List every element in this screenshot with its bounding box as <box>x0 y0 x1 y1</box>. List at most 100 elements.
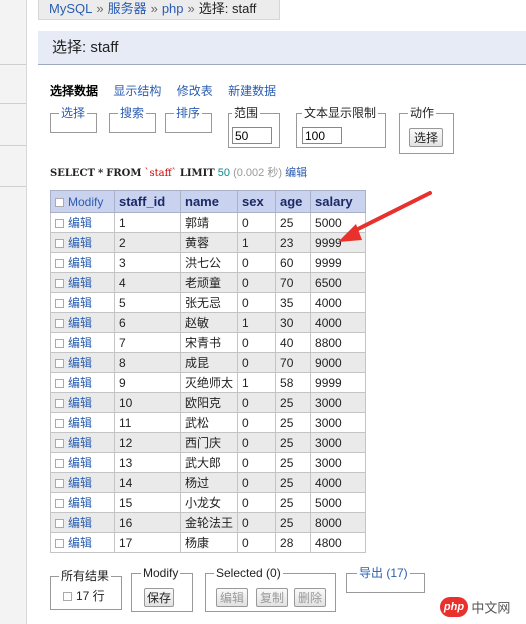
cell-staff-id: 1 <box>114 212 181 233</box>
row-edit-link[interactable]: 编辑 <box>68 396 92 410</box>
row-modify-cell: 编辑 <box>50 292 115 313</box>
select-button[interactable]: 选择 <box>409 128 443 147</box>
row-checkbox[interactable] <box>55 359 64 369</box>
search-legend[interactable]: 搜索 <box>118 106 147 120</box>
tab-select-data[interactable]: 选择数据 <box>50 84 98 98</box>
text-limit-input[interactable] <box>302 127 342 144</box>
row-modify-cell: 编辑 <box>50 532 115 553</box>
selected-fieldset: Selected (0) 编辑 复制 删除 <box>205 566 336 612</box>
cell-salary: 8000 <box>310 512 367 533</box>
all-results-checkbox[interactable] <box>63 592 72 602</box>
row-edit-link[interactable]: 编辑 <box>68 436 92 450</box>
site-watermark: php 中文网 <box>440 597 520 619</box>
php-logo: php <box>440 597 468 617</box>
column-header-staff-id[interactable]: staff_id <box>114 190 181 213</box>
row-edit-link[interactable]: 编辑 <box>68 256 92 270</box>
row-count-option[interactable]: 17 行 <box>63 587 105 604</box>
table-row: 编辑 11 武松 0 25 3000 <box>50 412 367 433</box>
row-checkbox[interactable] <box>55 539 64 549</box>
cell-age: 25 <box>275 452 312 473</box>
cell-name: 西门庆 <box>179 432 239 453</box>
sql-table-name: `staff` <box>144 168 177 179</box>
row-checkbox[interactable] <box>55 259 64 269</box>
sort-fieldset[interactable]: 排序 <box>165 106 212 133</box>
row-checkbox[interactable] <box>55 279 64 289</box>
row-checkbox[interactable] <box>55 379 64 389</box>
cell-name: 武松 <box>179 412 239 433</box>
copy-selected-button[interactable]: 复制 <box>256 588 288 607</box>
cell-name: 杨过 <box>179 472 239 493</box>
row-checkbox[interactable] <box>55 299 64 309</box>
row-edit-link[interactable]: 编辑 <box>68 456 92 470</box>
breadcrumb-mysql[interactable]: MySQL <box>49 1 92 16</box>
row-checkbox[interactable] <box>55 399 64 409</box>
row-edit-link[interactable]: 编辑 <box>68 356 92 370</box>
cell-name: 赵敏 <box>179 312 239 333</box>
edit-selected-button[interactable]: 编辑 <box>216 588 248 607</box>
cell-age: 23 <box>275 232 312 253</box>
cell-age: 25 <box>275 512 312 533</box>
row-edit-link[interactable]: 编辑 <box>68 416 92 430</box>
row-edit-link[interactable]: 编辑 <box>68 216 92 230</box>
row-edit-link[interactable]: 编辑 <box>68 516 92 530</box>
export-link[interactable]: 导出 (17) <box>357 566 410 580</box>
row-checkbox[interactable] <box>55 339 64 349</box>
cell-name: 成昆 <box>179 352 239 373</box>
cell-age: 28 <box>275 532 312 553</box>
row-edit-link[interactable]: 编辑 <box>68 336 92 350</box>
table-row: 编辑 2 黄蓉 1 23 9999 <box>50 232 367 253</box>
results-table: Modify staff_id name sex age salary 编辑 1 郭… <box>50 190 367 553</box>
row-modify-cell: 编辑 <box>50 472 115 493</box>
row-edit-link[interactable]: 编辑 <box>68 276 92 290</box>
range-input[interactable] <box>232 127 272 144</box>
row-modify-cell: 编辑 <box>50 432 115 453</box>
table-row: 编辑 17 杨康 0 28 4800 <box>50 532 367 553</box>
save-button[interactable]: 保存 <box>144 588 174 607</box>
row-checkbox[interactable] <box>55 419 64 429</box>
modify-header[interactable]: Modify <box>50 190 115 213</box>
table-row: 编辑 3 洪七公 0 60 9999 <box>50 252 367 273</box>
column-header-name[interactable]: name <box>179 190 239 213</box>
sort-legend[interactable]: 排序 <box>174 106 203 120</box>
select-all-checkbox[interactable] <box>55 197 64 207</box>
column-header-salary[interactable]: salary <box>310 190 367 213</box>
tab-alter-table[interactable]: 修改表 <box>177 84 213 98</box>
select-legend[interactable]: 选择 <box>59 106 88 120</box>
cell-sex: 0 <box>237 452 277 473</box>
row-edit-link[interactable]: 编辑 <box>68 316 92 330</box>
delete-selected-button[interactable]: 删除 <box>294 588 326 607</box>
cell-staff-id: 4 <box>114 272 181 293</box>
row-edit-link[interactable]: 编辑 <box>68 536 92 550</box>
table-row: 编辑 4 老顽童 0 70 6500 <box>50 272 367 293</box>
tab-new-item[interactable]: 新建数据 <box>228 84 276 98</box>
breadcrumb-server[interactable]: 服务器 <box>108 1 147 16</box>
row-checkbox[interactable] <box>55 499 64 509</box>
row-edit-link[interactable]: 编辑 <box>68 296 92 310</box>
breadcrumb-database[interactable]: php <box>162 1 184 16</box>
row-edit-link[interactable]: 编辑 <box>68 376 92 390</box>
select-fieldset[interactable]: 选择 <box>50 106 97 133</box>
row-checkbox[interactable] <box>55 219 64 229</box>
action-legend: 动作 <box>408 106 437 120</box>
row-checkbox[interactable] <box>55 319 64 329</box>
row-checkbox[interactable] <box>55 439 64 449</box>
table-row: 编辑 10 欧阳克 0 25 3000 <box>50 392 367 413</box>
cell-salary: 3000 <box>310 412 367 433</box>
row-edit-link[interactable]: 编辑 <box>68 496 92 510</box>
cell-staff-id: 10 <box>114 392 181 413</box>
cell-staff-id: 15 <box>114 492 181 513</box>
sql-edit-link[interactable]: 编辑 <box>285 167 307 179</box>
column-header-age[interactable]: age <box>275 190 312 213</box>
cell-name: 杨康 <box>179 532 239 553</box>
search-fieldset[interactable]: 搜索 <box>109 106 156 133</box>
row-checkbox[interactable] <box>55 479 64 489</box>
row-checkbox[interactable] <box>55 239 64 249</box>
row-modify-cell: 编辑 <box>50 272 115 293</box>
column-header-sex[interactable]: sex <box>237 190 277 213</box>
row-checkbox[interactable] <box>55 459 64 469</box>
cell-sex: 1 <box>237 372 277 393</box>
row-edit-link[interactable]: 编辑 <box>68 476 92 490</box>
row-checkbox[interactable] <box>55 519 64 529</box>
row-edit-link[interactable]: 编辑 <box>68 236 92 250</box>
tab-show-structure[interactable]: 显示结构 <box>113 84 161 98</box>
